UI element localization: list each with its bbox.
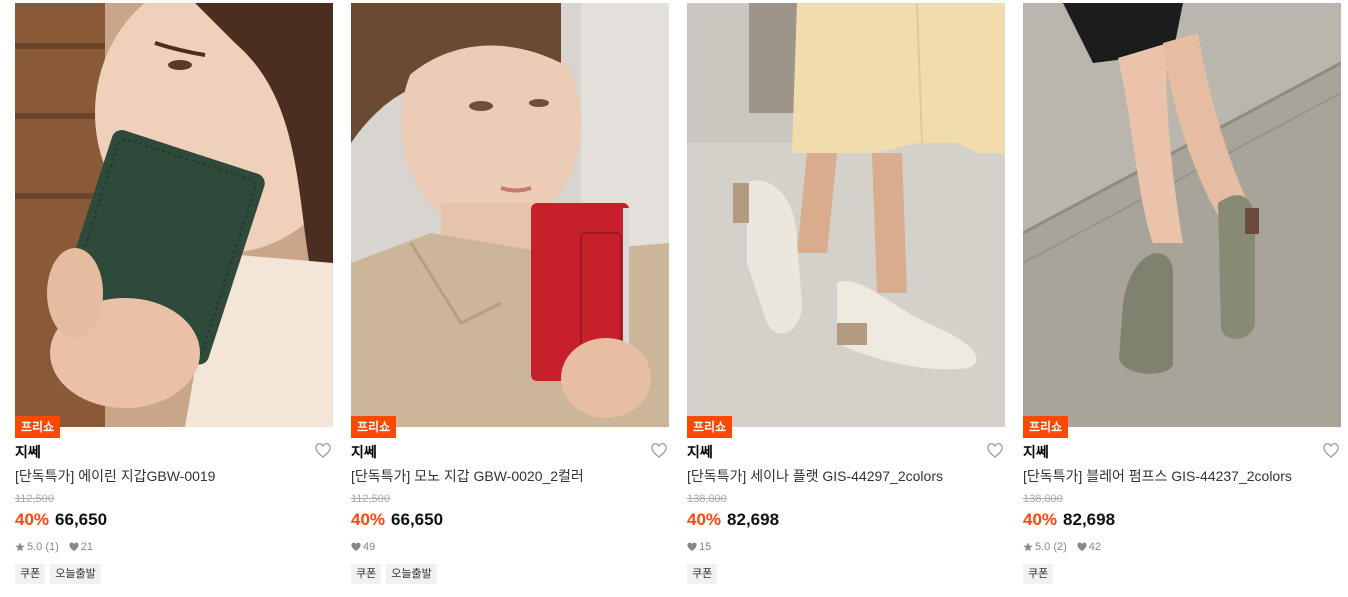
- product-card[interactable]: 프리쇼 지쎄 [단독특가] 모노 지갑 GBW-0020_2컬러 112,500…: [351, 3, 669, 593]
- ship-today-tag: 오늘출발: [386, 564, 437, 584]
- tag-list: 쿠폰 오늘출발: [351, 564, 442, 584]
- review-meta: 49: [351, 540, 385, 554]
- preshow-badge: 프리쇼: [351, 416, 397, 438]
- tag-list: 쿠폰 오늘출발: [15, 564, 106, 584]
- sale-price: 66,650: [55, 510, 108, 529]
- product-image[interactable]: [351, 3, 669, 427]
- rating-text: 5.0 (2): [1035, 541, 1067, 553]
- olive-pumps-photo: [1023, 3, 1341, 427]
- preshow-badge: 프리쇼: [15, 416, 61, 438]
- brand-name[interactable]: 지쎄: [15, 443, 41, 461]
- coupon-tag: 쿠폰: [687, 564, 718, 584]
- heart-icon: [687, 542, 697, 552]
- wishlist-heart-icon[interactable]: [315, 443, 331, 459]
- star-icon: [15, 542, 25, 552]
- discount-rate: 40%: [687, 510, 722, 529]
- rating-group: 5.0 (1): [15, 540, 59, 554]
- preshow-badge: 프리쇼: [687, 416, 733, 438]
- product-name[interactable]: [단독특가] 세이나 플랫 GIS-44297_2colors: [687, 467, 987, 485]
- likes-group: 49: [351, 540, 375, 554]
- price-box: 40% 82,698: [687, 509, 779, 531]
- wishlist-heart-icon[interactable]: [651, 443, 667, 459]
- product-card[interactable]: 프리쇼 지쎄 [단독특가] 블레어 펌프스 GIS-44237_2colors …: [1023, 3, 1341, 593]
- likes-count: 42: [1088, 541, 1102, 553]
- product-grid: 프리쇼 지쎄 [단독특가] 에이린 지갑GBW-0019 112,500 40%…: [15, 3, 1341, 597]
- review-meta: 5.0 (1) 21: [15, 540, 103, 554]
- price-box: 40% 66,650: [351, 509, 443, 531]
- discount-rate: 40%: [1023, 510, 1058, 529]
- star-icon: [1023, 542, 1033, 552]
- price-box: 40% 66,650: [15, 509, 107, 531]
- review-meta: 15: [687, 540, 721, 554]
- likes-group: 15: [687, 540, 711, 554]
- rating-group: 5.0 (2): [1023, 540, 1067, 554]
- likes-count: 49: [363, 541, 376, 553]
- product-name[interactable]: [단독특가] 모노 지갑 GBW-0020_2컬러: [351, 467, 651, 485]
- likes-group: 42: [1077, 540, 1101, 554]
- white-flat-shoes-photo: [687, 3, 1005, 427]
- original-price: 112,500: [351, 493, 390, 505]
- tag-list: 쿠폰: [687, 564, 722, 584]
- wishlist-heart-icon[interactable]: [1323, 443, 1339, 459]
- sale-price: 82,698: [1063, 510, 1116, 529]
- heart-icon: [351, 542, 361, 552]
- heart-icon: [1077, 542, 1087, 552]
- coupon-tag: 쿠폰: [351, 564, 382, 584]
- brand-name[interactable]: 지쎄: [1023, 443, 1049, 461]
- red-card-wallet-photo: [351, 3, 669, 427]
- product-card[interactable]: 프리쇼 지쎄 [단독특가] 세이나 플랫 GIS-44297_2colors 1…: [687, 3, 1005, 593]
- review-meta: 5.0 (2) 42: [1023, 540, 1111, 554]
- discount-rate: 40%: [351, 510, 386, 529]
- likes-group: 21: [69, 540, 93, 554]
- sale-price: 82,698: [727, 510, 780, 529]
- product-name[interactable]: [단독특가] 블레어 펌프스 GIS-44237_2colors: [1023, 467, 1323, 485]
- preshow-badge: 프리쇼: [1023, 416, 1069, 438]
- wishlist-heart-icon[interactable]: [987, 443, 1003, 459]
- product-image[interactable]: [15, 3, 333, 427]
- likes-count: 15: [699, 541, 712, 553]
- product-image[interactable]: [687, 3, 1005, 427]
- heart-icon: [69, 542, 79, 552]
- tag-list: 쿠폰: [1023, 564, 1058, 584]
- rating-text: 5.0 (1): [27, 541, 59, 553]
- product-image[interactable]: [1023, 3, 1341, 427]
- green-leather-wallet-photo: [15, 3, 333, 427]
- brand-name[interactable]: 지쎄: [351, 443, 377, 461]
- coupon-tag: 쿠폰: [15, 564, 46, 584]
- original-price: 138,000: [1023, 493, 1063, 505]
- brand-name[interactable]: 지쎄: [687, 443, 713, 461]
- discount-rate: 40%: [15, 510, 50, 529]
- product-card[interactable]: 프리쇼 지쎄 [단독특가] 에이린 지갑GBW-0019 112,500 40%…: [15, 3, 333, 593]
- likes-count: 21: [80, 541, 94, 553]
- product-name[interactable]: [단독특가] 에이린 지갑GBW-0019: [15, 467, 315, 485]
- coupon-tag: 쿠폰: [1023, 564, 1054, 584]
- ship-today-tag: 오늘출발: [50, 564, 101, 584]
- original-price: 138,000: [687, 493, 727, 505]
- original-price: 112,500: [15, 493, 54, 505]
- price-box: 40% 82,698: [1023, 509, 1115, 531]
- sale-price: 66,650: [391, 510, 444, 529]
